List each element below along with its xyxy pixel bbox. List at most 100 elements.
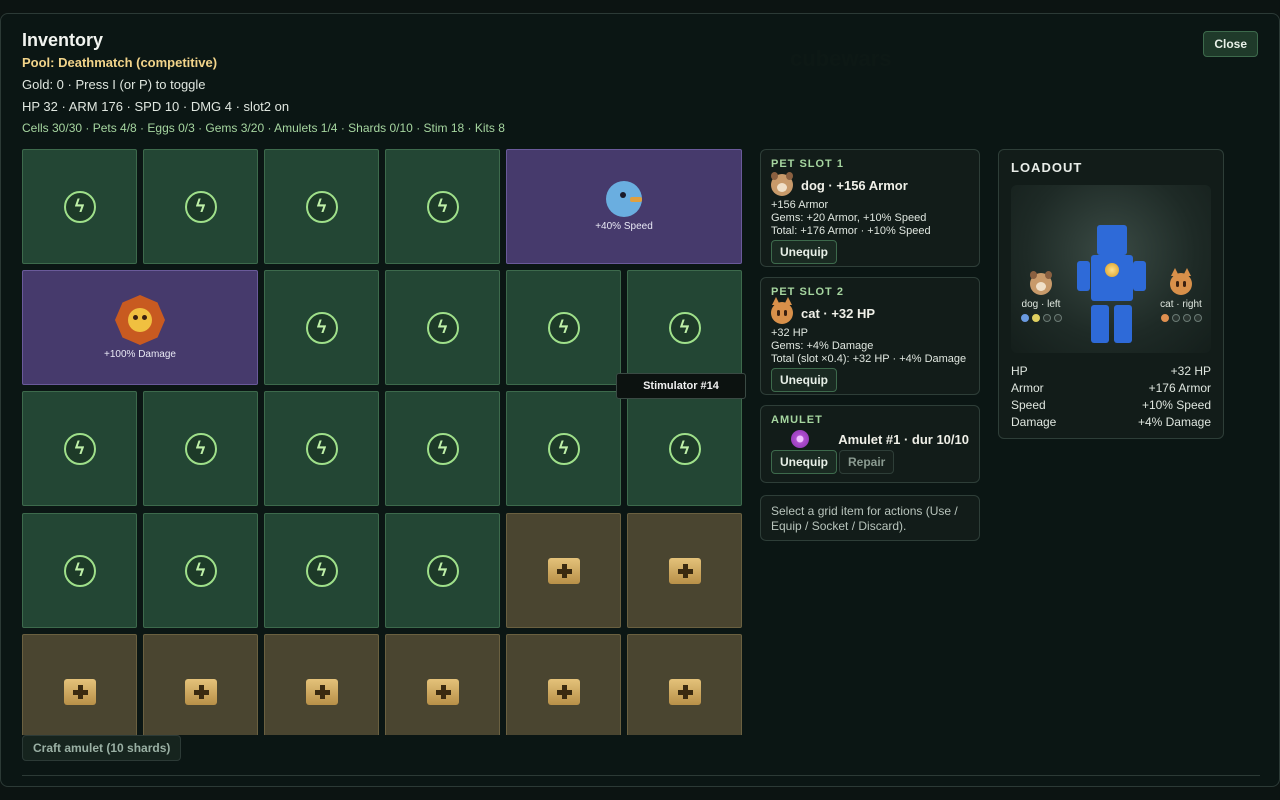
lightning-icon: ϟ (63, 190, 96, 223)
grid-cell-stimulator[interactable]: ϟ (143, 391, 258, 506)
cat-icon (771, 297, 793, 324)
pet-slot-1-unequip-button[interactable]: Unequip (771, 240, 837, 264)
stat-row-speed: Speed +10% Speed (1011, 397, 1211, 414)
pool-label: Pool: Deathmatch (competitive) (22, 55, 218, 70)
grid-cell-stimulator[interactable]: ϟ (264, 270, 379, 385)
stat-value: +176 Armor (1148, 381, 1211, 395)
grid-cell-stimulator[interactable]: ϟ (385, 149, 500, 264)
grid-cell-stimulator[interactable]: ϟ (22, 149, 137, 264)
gem-socket (1020, 314, 1029, 322)
amulet-unequip-button[interactable]: Unequip (771, 450, 837, 474)
robot-right-leg (1114, 305, 1132, 343)
counts-line: Cells 30/30 · Pets 4/8 · Eggs 0/3 · Gems… (22, 121, 505, 135)
craft-amulet-button[interactable]: Craft amulet (10 shards) (22, 735, 182, 761)
grid-cell-medkit[interactable] (264, 634, 379, 735)
stat-row-hp: HP +32 HP (1011, 363, 1211, 380)
grid-cell-stimulator[interactable]: ϟ (385, 513, 500, 628)
lightning-icon: ϟ (668, 311, 701, 344)
lightning-icon: ϟ (63, 554, 96, 587)
medkit-icon (668, 678, 701, 705)
right-pet: cat · right (1157, 268, 1205, 322)
inventory-title: Inventory (22, 30, 104, 50)
lightning-icon: ϟ (305, 432, 338, 465)
gem-socket (1053, 314, 1062, 322)
gem-socket (1031, 314, 1040, 322)
grid-cell-stimulator[interactable]: ϟ (264, 391, 379, 506)
grid-cell-stimulator[interactable]: ϟ (385, 391, 500, 506)
loadout-stats: HP +32 HP Armor +176 Armor Speed +10% Speed… (1011, 363, 1211, 431)
robot-torso (1091, 255, 1133, 301)
stat-value: +10% Speed (1141, 398, 1211, 412)
grid-cell-stimulator[interactable]: ϟ (506, 391, 621, 506)
grid-cell-stimulator[interactable]: ϟ (627, 270, 742, 385)
grid-cell-pet-bird[interactable]: +40% Speed (506, 149, 742, 264)
action-hint: Select a grid item for actions (Use / Eq… (771, 504, 958, 533)
stat-label: Speed (1011, 398, 1046, 412)
robot-left-leg (1091, 305, 1109, 343)
grid-cell-stimulator[interactable]: ϟ (506, 270, 621, 385)
pet-slot-1-line2: Gems: +20 Armor, +10% Speed (771, 212, 927, 224)
gem-socket (1182, 314, 1191, 322)
pet-slot-2-line2: Gems: +4% Damage (771, 340, 874, 352)
stat-value: +32 HP (1170, 364, 1211, 378)
stat-row-damage: Damage +4% Damage (1011, 414, 1211, 431)
pet-slot-1-line3: Total: +176 Armor · +10% Speed (771, 225, 931, 237)
stat-label: Damage (1011, 415, 1057, 429)
pet-bird-caption: +40% Speed (595, 221, 653, 232)
gem-socket (1160, 314, 1169, 322)
gem-socket (1171, 314, 1180, 322)
lightning-icon: ϟ (426, 554, 459, 587)
grid-cell-stimulator[interactable]: ϟ (22, 513, 137, 628)
medkit-icon (63, 678, 96, 705)
grid-cell-stimulator[interactable]: ϟ (22, 391, 137, 506)
amulet-icon (791, 430, 809, 448)
grid-cell-stimulator[interactable]: ϟ (264, 513, 379, 628)
lion-pet-icon (115, 295, 165, 345)
bottom-divider (22, 775, 1260, 776)
pet-slot-2-line3: Total (slot ×0.4): +32 HP · +4% Damage (771, 353, 967, 365)
robot-left-arm (1077, 261, 1090, 291)
right-pet-gem-sockets (1157, 314, 1205, 322)
grid-cell-medkit[interactable] (22, 634, 137, 735)
lightning-icon: ϟ (184, 432, 217, 465)
medkit-icon (184, 678, 217, 705)
lightning-icon: ϟ (63, 432, 96, 465)
hint-panel: Select a grid item for actions (Use / Eq… (760, 495, 980, 541)
left-pet-label: dog · left (1021, 299, 1061, 310)
lightning-icon: ϟ (305, 554, 338, 587)
pet-slot-2-unequip-button[interactable]: Unequip (771, 368, 837, 392)
pet-slot-2-label: PET SLOT 2 (771, 286, 844, 298)
grid-cell-medkit[interactable] (506, 513, 621, 628)
lightning-icon: ϟ (547, 311, 580, 344)
grid-cell-stimulator[interactable]: ϟ (627, 391, 742, 506)
dog-icon (1030, 271, 1052, 295)
close-button[interactable]: Close (1203, 31, 1258, 57)
amulet-repair-button[interactable]: Repair (839, 450, 895, 474)
medkit-icon (305, 678, 338, 705)
inventory-modal: Inventory Pool: Deathmatch (competitive)… (0, 13, 1280, 787)
stats-line: HP 32 · ARM 176 · SPD 10 · DMG 4 · slot2… (22, 99, 290, 114)
grid-cell-medkit[interactable] (627, 513, 742, 628)
pet-slot-2-line1: +32 HP (771, 327, 808, 339)
medkit-icon (668, 557, 701, 584)
grid-cell-medkit[interactable] (385, 634, 500, 735)
grid-cell-pet-lion[interactable]: +100% Damage (22, 270, 258, 385)
loadout-title: LOADOUT (1011, 160, 1083, 175)
stat-row-armor: Armor +176 Armor (1011, 380, 1211, 397)
pet-slot-1-label: PET SLOT 1 (771, 158, 844, 170)
medkit-icon (547, 557, 580, 584)
grid-cell-stimulator[interactable]: ϟ (143, 513, 258, 628)
pet-slot-2-panel: PET SLOT 2 cat · +32 HP +32 HP Gems: +4%… (760, 277, 980, 395)
gem-socket (1193, 314, 1202, 322)
grid-cell-stimulator[interactable]: ϟ (143, 149, 258, 264)
loadout-preview: dog · left cat · right (1011, 185, 1211, 353)
amulet-name: Amulet #1 · dur 10/10 (838, 431, 969, 447)
grid-cell-medkit[interactable] (506, 634, 621, 735)
right-pet-label: cat · right (1160, 299, 1202, 310)
grid-cell-medkit[interactable] (627, 634, 742, 735)
grid-cell-stimulator[interactable]: ϟ (385, 270, 500, 385)
lightning-icon: ϟ (426, 432, 459, 465)
grid-cell-stimulator[interactable]: ϟ (264, 149, 379, 264)
grid-cell-medkit[interactable] (143, 634, 258, 735)
lightning-icon: ϟ (668, 432, 701, 465)
